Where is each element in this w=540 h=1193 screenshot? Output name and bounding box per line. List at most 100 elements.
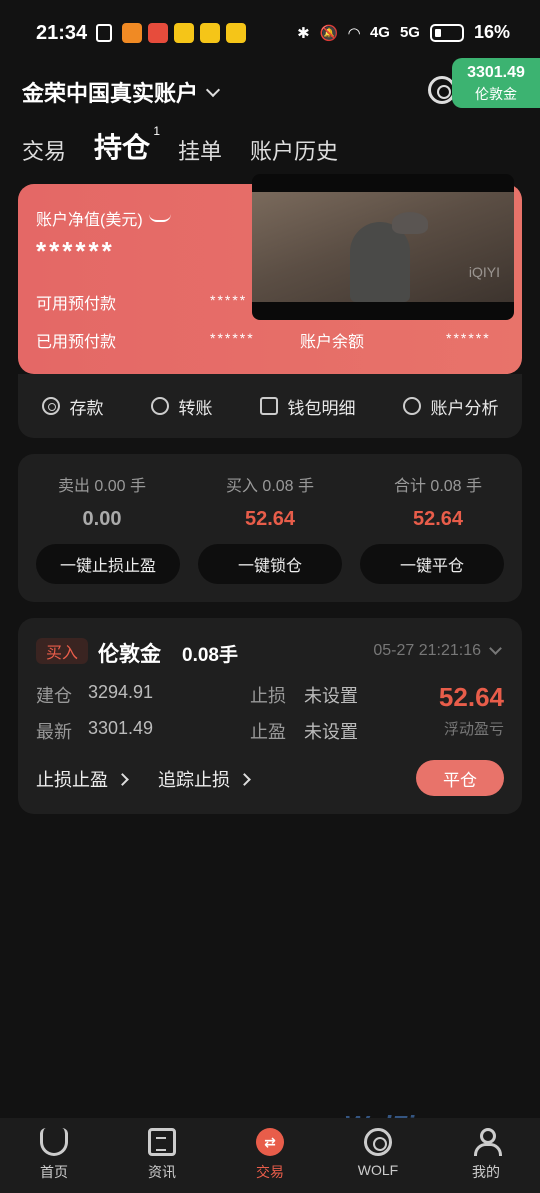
buy-summary: 买入 0.08 手 52.64 <box>186 472 354 531</box>
sell-lots-label: 卖出 0.00 手 <box>57 478 147 495</box>
equity-label-row: 账户净值(美元) <box>36 206 171 230</box>
floating-video-player[interactable]: iQIYI <box>252 174 514 320</box>
nav-trade[interactable]: ⇄ 交易 <box>230 1128 310 1182</box>
trade-tabs: 交易 持仓 1 挂单 账户历史 <box>22 124 338 166</box>
wallet-icon <box>259 397 278 415</box>
tab-positions-label: 持仓 <box>94 132 151 163</box>
nav-home[interactable]: 首页 <box>14 1128 94 1182</box>
sl-tp-link[interactable]: 止损止盈 <box>36 766 129 792</box>
wifi-icon: ◠ <box>348 24 360 42</box>
profile-icon <box>472 1128 502 1156</box>
sell-summary: 卖出 0.00 手 0.00 <box>18 472 186 531</box>
nav-trade-label: 交易 <box>256 1164 284 1180</box>
used-margin-value: ****** <box>210 330 255 346</box>
side-badge: 买入 <box>36 638 88 664</box>
position-open-time: 05-27 21:21:16 <box>373 642 481 659</box>
total-profit-value: 52.64 <box>412 508 464 530</box>
ticker-price: 3301.49 <box>467 64 525 81</box>
balance-value: ****** <box>446 330 491 346</box>
equity-value: ****** <box>36 236 115 266</box>
bottom-navigation: 首页 资讯 ⇄ 交易 WOLF 我的 <box>0 1118 540 1193</box>
account-actions: 存款 转账 钱包明细 账户分析 <box>18 374 522 438</box>
account-name: 金荣中国真实账户 <box>22 81 199 106</box>
deposit-icon <box>41 397 60 415</box>
available-margin-label: 可用预付款 <box>36 296 117 313</box>
nav-news[interactable]: 资讯 <box>122 1128 202 1182</box>
sl-tp-link-label: 止损止盈 <box>36 770 108 790</box>
transfer-label: 转账 <box>178 398 213 418</box>
video-person <box>350 222 410 302</box>
account-analysis-label: 账户分析 <box>430 398 499 418</box>
mute-icon: 🔕 <box>319 24 339 42</box>
bluetooth-icon: ✱ <box>297 24 310 42</box>
take-profit-label: 止盈 <box>250 722 286 742</box>
app-notification-icon <box>122 23 142 43</box>
deposit-button[interactable]: 存款 <box>41 394 104 419</box>
price-ticker-badge[interactable]: 3301.49 伦敦金 <box>452 58 540 108</box>
one-click-lock-button[interactable]: 一键锁仓 <box>198 544 342 584</box>
positions-summary: 卖出 0.00 手 0.00 买入 0.08 手 52.64 合计 0.08 手… <box>18 454 522 602</box>
nav-profile-label: 我的 <box>472 1164 500 1180</box>
used-margin-label: 已用预付款 <box>36 334 117 351</box>
signal-5g-icon: 5G <box>399 24 420 41</box>
transfer-icon <box>150 397 169 415</box>
nav-wolf[interactable]: WOLF <box>338 1128 418 1178</box>
sell-profit-value: 0.00 <box>82 508 122 530</box>
one-click-sl-tp-button[interactable]: 一键止损止盈 <box>36 544 180 584</box>
account-selector[interactable]: 金荣中国真实账户 <box>22 76 221 108</box>
status-time: 21:34 <box>36 22 88 44</box>
floating-profit-label: 浮动盈亏 <box>443 721 504 738</box>
equity-label: 账户净值(美元) <box>36 212 143 229</box>
wolf-icon <box>364 1128 392 1156</box>
tab-trade[interactable]: 交易 <box>22 134 66 166</box>
system-status: ✱ 🔕 ◠ 4G 5G 16% <box>297 22 510 43</box>
tab-account-history[interactable]: 账户历史 <box>250 134 338 166</box>
tab-pending-orders[interactable]: 挂单 <box>178 134 222 166</box>
position-time-toggle[interactable]: 05-27 21:21:16 <box>373 642 502 660</box>
nav-home-label: 首页 <box>40 1164 68 1180</box>
weibo-icon <box>200 23 220 43</box>
account-analysis-button[interactable]: 账户分析 <box>402 394 499 419</box>
position-card[interactable]: 买入 伦敦金 0.08手 05-27 21:21:16 建仓 3294.91 止… <box>18 618 522 814</box>
nav-profile[interactable]: 我的 <box>446 1128 526 1182</box>
stop-loss-value: 未设置 <box>304 686 358 706</box>
trade-icon: ⇄ <box>256 1128 284 1156</box>
trailing-stop-link[interactable]: 追踪止损 <box>158 766 251 792</box>
floating-profit-value: 52.64 <box>438 682 504 712</box>
weibo-icon <box>226 23 246 43</box>
tab-positions[interactable]: 持仓 1 <box>94 124 160 166</box>
ticker-symbol: 伦敦金 <box>475 86 517 102</box>
chevron-right-icon <box>238 772 251 786</box>
latest-price-label: 最新 <box>36 722 72 742</box>
notification-icons <box>96 23 246 43</box>
hide-eye-icon[interactable] <box>148 214 171 222</box>
one-click-close-button[interactable]: 一键平仓 <box>360 544 504 584</box>
nfc-icon <box>96 24 112 42</box>
deposit-label: 存款 <box>69 398 104 418</box>
video-frame: iQIYI <box>252 192 514 302</box>
video-person-hat <box>392 212 428 234</box>
news-icon <box>148 1128 176 1156</box>
wallet-details-label: 钱包明细 <box>287 398 356 418</box>
nav-news-label: 资讯 <box>148 1164 176 1180</box>
open-price-label: 建仓 <box>36 686 72 706</box>
chevron-down-icon <box>205 82 221 97</box>
latest-price-value: 3301.49 <box>88 718 154 738</box>
buy-profit-value: 52.64 <box>244 508 296 530</box>
pie-chart-icon <box>402 397 421 415</box>
buy-lots-label: 买入 0.08 手 <box>225 478 315 495</box>
balance-label: 账户余额 <box>300 334 365 351</box>
position-symbol: 伦敦金 <box>98 643 161 666</box>
nav-wolf-label: WOLF <box>357 1162 399 1178</box>
total-summary: 合计 0.08 手 52.64 <box>354 472 522 531</box>
position-lots: 0.08手 <box>182 645 238 666</box>
transfer-button[interactable]: 转账 <box>150 394 213 419</box>
stop-loss-label: 止损 <box>250 686 286 706</box>
signal-4g-icon: 4G <box>369 24 390 41</box>
video-watermark: iQIYI <box>468 264 500 280</box>
wallet-details-button[interactable]: 钱包明细 <box>259 394 356 419</box>
available-margin-value: ***** <box>210 292 248 308</box>
home-icon <box>40 1128 68 1156</box>
close-position-button[interactable]: 平仓 <box>416 760 504 796</box>
chevron-right-icon <box>116 772 129 786</box>
